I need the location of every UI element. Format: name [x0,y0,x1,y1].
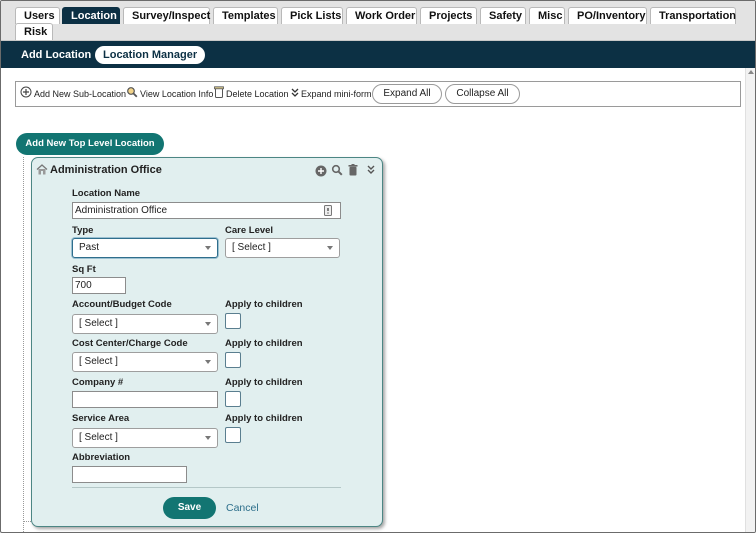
type-label: Type [72,225,94,236]
care-level-select-value: [ Select ] [232,242,271,253]
tab-risk[interactable]: Risk [15,23,53,40]
add-sub-location-label: Add New Sub-Location [34,89,127,99]
service-area-select[interactable]: [ Select ] [72,428,218,448]
tab-pick-lists[interactable]: Pick Lists [281,7,343,24]
abbreviation-label: Abbreviation [72,452,131,463]
company-number-label: Company # [72,377,124,388]
apply-to-children-label-2: Apply to children [225,338,303,349]
apply-to-children-label-3: Apply to children [225,377,303,388]
chevron-down-icon [205,436,211,440]
tab-templates[interactable]: Templates [213,7,278,24]
add-top-level-location-button[interactable]: Add New Top Level Location [16,133,164,155]
chevron-down-icon [327,246,333,250]
add-location-link[interactable]: Add Location [21,46,91,64]
trash-icon[interactable] [348,164,358,179]
tree-connector-line [23,157,24,532]
save-button[interactable]: Save [163,497,216,519]
location-card-title: Administration Office [50,164,162,176]
delete-location-tool[interactable]: Delete Location [214,86,289,102]
location-name-value: Administration Office [75,205,168,216]
apply-to-children-checkbox-1[interactable] [225,313,241,329]
company-number-input[interactable] [72,391,218,408]
tab-survey-inspect[interactable]: Survey/Inspect [123,7,210,24]
scroll-up-arrow-icon[interactable] [748,70,754,74]
vertical-scrollbar[interactable] [745,68,755,532]
sqft-value: 700 [75,280,92,291]
location-card: Administration Office Location Name Admi… [31,157,383,527]
apply-to-children-checkbox-2[interactable] [225,352,241,368]
care-level-select[interactable]: [ Select ] [225,238,340,258]
location-name-input[interactable]: Administration Office [72,202,341,219]
cost-center-select[interactable]: [ Select ] [72,352,218,372]
sqft-input[interactable]: 700 [72,277,126,294]
apply-to-children-label-1: Apply to children [225,299,303,310]
magnifier-icon[interactable] [331,164,343,179]
chevron-down-icon [205,322,211,326]
double-chevron-down-icon[interactable] [367,165,375,178]
account-budget-select[interactable]: [ Select ] [72,314,218,334]
delete-location-label: Delete Location [226,89,289,99]
tab-misc[interactable]: Misc [529,7,565,24]
chevron-down-icon [205,360,211,364]
expand-all-button[interactable]: Expand All [372,84,442,104]
tab-safety[interactable]: Safety [480,7,526,24]
sub-navbar: Add Location Location Manager [1,41,755,68]
trash-icon [214,86,224,103]
cancel-link[interactable]: Cancel [226,502,259,514]
service-area-label: Service Area [72,413,130,424]
cost-center-label: Cost Center/Charge Code [72,338,188,349]
tab-projects[interactable]: Projects [420,7,477,24]
apply-to-children-label-4: Apply to children [225,413,303,424]
plus-circle-icon [20,86,32,103]
form-divider [72,487,341,488]
expand-mini-form-tool[interactable]: Expand mini-form [291,86,372,102]
account-budget-select-value: [ Select ] [79,318,118,329]
cost-center-select-value: [ Select ] [79,356,118,367]
account-budget-label: Account/Budget Code [72,299,172,310]
tab-location[interactable]: Location [62,7,120,24]
double-chevron-down-icon [291,87,299,103]
type-select-value: Past [79,242,100,253]
text-field-icon [324,205,332,221]
main-tabbar: Users Location Survey/Inspect Templates … [1,1,755,41]
abbreviation-input[interactable] [72,466,187,483]
care-level-label: Care Level [225,225,274,236]
location-toolbar: Add New Sub-Location View Location Info … [15,81,741,107]
chevron-down-icon [205,246,211,250]
magnifier-icon [126,86,138,103]
apply-to-children-checkbox-3[interactable] [225,391,241,407]
tab-work-order[interactable]: Work Order [346,7,417,24]
location-name-label: Location Name [72,188,141,199]
view-location-info-tool[interactable]: View Location Info [126,86,213,102]
home-icon [36,164,48,178]
apply-to-children-checkbox-4[interactable] [225,427,241,443]
tab-transportation[interactable]: Transportation [650,7,736,24]
expand-mini-form-label: Expand mini-form [301,89,372,99]
add-sub-location-tool[interactable]: Add New Sub-Location [20,86,126,102]
service-area-select-value: [ Select ] [79,432,118,443]
tree-connector-branch [23,521,31,522]
app-window: Users Location Survey/Inspect Templates … [0,0,756,533]
tab-users[interactable]: Users [15,7,60,24]
location-manager-pill[interactable]: Location Manager [95,46,206,64]
view-location-info-label: View Location Info [140,89,214,99]
tab-po-inventory[interactable]: PO/Inventory [568,7,647,24]
collapse-all-button[interactable]: Collapse All [445,84,520,104]
plus-circle-icon[interactable] [315,165,327,180]
type-select[interactable]: Past [72,238,218,258]
sqft-label: Sq Ft [72,264,96,275]
